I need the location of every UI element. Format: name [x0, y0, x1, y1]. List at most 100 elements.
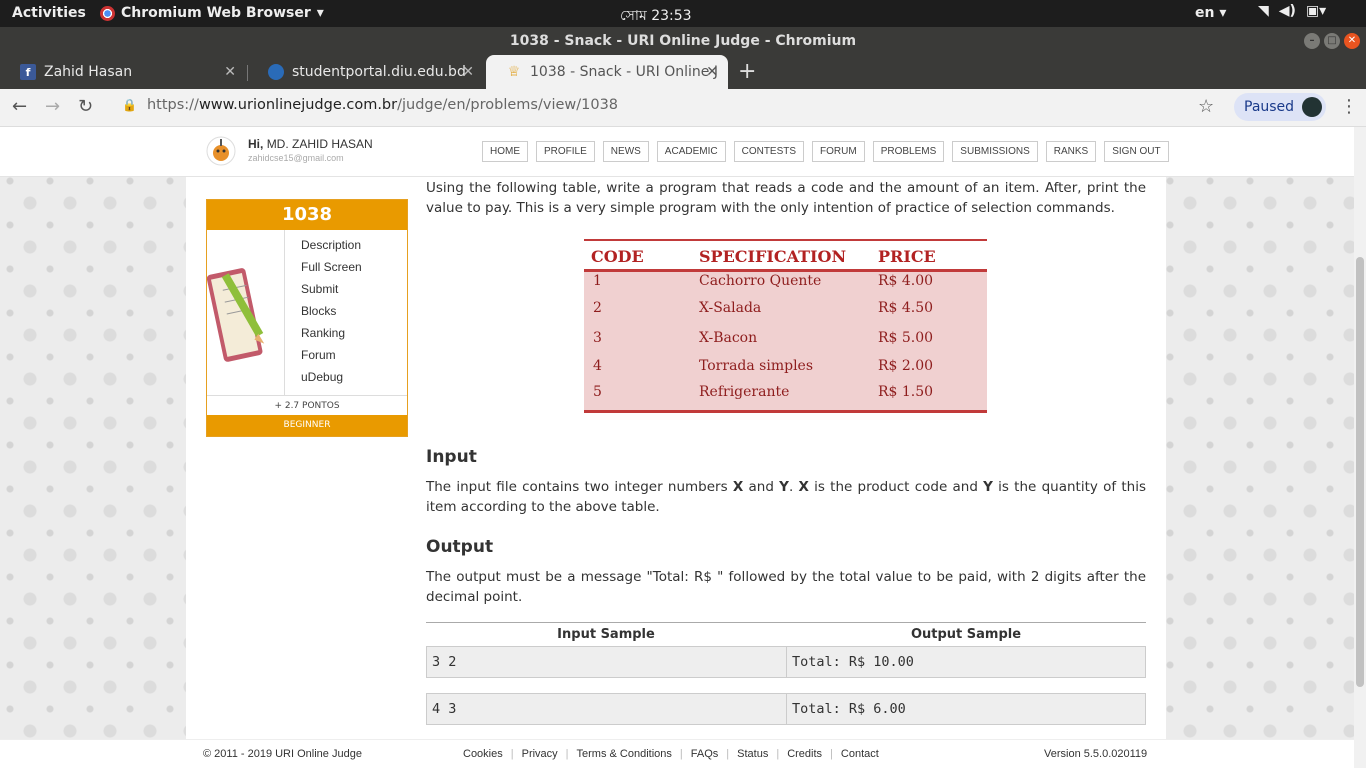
lock-icon[interactable]: 🔒: [122, 98, 137, 112]
problem-card: 1038 Description Full Screen Submit Bloc…: [206, 199, 408, 437]
menu-udebug[interactable]: uDebug: [301, 370, 362, 392]
nav-submissions[interactable]: SUBMISSIONS: [952, 141, 1038, 162]
problem-intro: Using the following table, write a progr…: [426, 180, 1146, 216]
problem-menu: Description Full Screen Submit Blocks Ra…: [301, 238, 362, 392]
output-description: The output must be a message "Total: R$ …: [426, 569, 1146, 605]
user-avatar[interactable]: [206, 135, 236, 167]
site-header: Hi, MD. ZAHID HASAN zahidcse15@gmail.com…: [0, 127, 1354, 177]
table-cell: R$ 2.00: [878, 358, 934, 374]
close-tab-icon[interactable]: ✕: [706, 64, 718, 80]
language-indicator[interactable]: en ▾: [1195, 5, 1226, 21]
tab-label: studentportal.diu.edu.bd: [292, 64, 466, 80]
wifi-icon: ◥: [1258, 3, 1269, 19]
chevron-down-icon: ▾: [316, 5, 324, 21]
user-name[interactable]: MD. ZAHID HASAN: [267, 137, 373, 151]
diu-icon: [268, 64, 284, 80]
app-name: Chromium Web Browser: [121, 5, 311, 21]
menu-forum[interactable]: Forum: [301, 348, 362, 370]
browser-toolbar: ← → ↻ 🔒 https://www.urionlinejudge.com.b…: [0, 89, 1366, 127]
footer-link-contact[interactable]: Contact: [841, 748, 879, 760]
tab-strip: f Zahid Hasan ✕ studentportal.diu.edu.bd…: [0, 55, 1366, 89]
input-sample-header: Input Sample: [557, 627, 655, 642]
minimize-button[interactable]: –: [1304, 33, 1320, 49]
nav-forum[interactable]: FORUM: [812, 141, 865, 162]
page-scrollbar[interactable]: [1354, 127, 1366, 768]
reload-button[interactable]: ↻: [78, 96, 93, 117]
scrollbar-thumb[interactable]: [1356, 257, 1364, 687]
sample-row: 4 3 Total: R$ 6.00: [426, 693, 1146, 725]
menu-description[interactable]: Description: [301, 238, 362, 260]
nav-profile[interactable]: PROFILE: [536, 141, 595, 162]
col-spec-header: SPECIFICATION: [699, 247, 847, 266]
input-heading: Input: [426, 447, 477, 467]
nav-home[interactable]: HOME: [482, 141, 528, 162]
footer-link-terms[interactable]: Terms & Conditions: [577, 748, 672, 760]
user-email: zahidcse15@gmail.com: [248, 153, 344, 163]
nav-contests[interactable]: CONTESTS: [733, 141, 805, 162]
main-nav: HOME PROFILE NEWS ACADEMIC CONTESTS FORU…: [482, 141, 1169, 162]
tab-studentportal[interactable]: studentportal.diu.edu.bd ✕: [248, 55, 484, 89]
footer-link-status[interactable]: Status: [737, 748, 768, 760]
table-cell: 2: [593, 300, 602, 316]
chromium-icon: [100, 5, 115, 21]
profile-avatar: [1302, 97, 1322, 117]
window-titlebar: 1038 - Snack - URI Online Judge - Chromi…: [0, 27, 1366, 55]
nav-academic[interactable]: ACADEMIC: [656, 141, 726, 162]
nav-news[interactable]: NEWS: [602, 141, 649, 162]
table-cell: R$ 5.00: [878, 330, 934, 346]
table-cell: X-Bacon: [699, 330, 758, 346]
nav-problems[interactable]: PROBLEMS: [872, 141, 945, 162]
clock[interactable]: সোম 23:53: [620, 4, 692, 28]
footer-link-cookies[interactable]: Cookies: [463, 748, 503, 760]
output-sample-header: Output Sample: [910, 627, 1022, 642]
facebook-icon: f: [20, 64, 36, 80]
table-cell: Cachorro Quente: [699, 273, 822, 289]
user-greeting: Hi, MD. ZAHID HASAN: [248, 137, 373, 151]
site-footer: © 2011 - 2019 URI Online Judge Cookies | …: [0, 739, 1354, 768]
url-scheme: https://: [146, 97, 199, 113]
close-window-button[interactable]: ✕: [1344, 33, 1360, 49]
copyright: © 2011 - 2019 URI Online Judge: [203, 748, 362, 760]
footer-link-faqs[interactable]: FAQs: [691, 748, 719, 760]
menu-ranking[interactable]: Ranking: [301, 326, 362, 348]
menu-submit[interactable]: Submit: [301, 282, 362, 304]
menu-blocks[interactable]: Blocks: [301, 304, 362, 326]
address-bar[interactable]: 🔒 https://www.urionlinejudge.com.br/judg…: [122, 97, 618, 113]
window-title: 1038 - Snack - URI Online Judge - Chromi…: [509, 33, 857, 49]
volume-icon: ◀): [1278, 3, 1296, 19]
power-icon: ▣▾: [1305, 3, 1327, 19]
table-cell: 5: [593, 384, 602, 400]
bookmark-star-icon[interactable]: ☆: [1198, 96, 1214, 117]
table-cell: R$ 4.50: [878, 300, 934, 316]
sample-output: Total: R$ 10.00: [786, 647, 1145, 677]
page-viewport: Hi, MD. ZAHID HASAN zahidcse15@gmail.com…: [0, 127, 1366, 768]
menu-full-screen[interactable]: Full Screen: [301, 260, 362, 282]
language-label: en: [1195, 5, 1215, 21]
table-cell: X-Salada: [699, 300, 762, 316]
url-path: /judge/en/problems/view/1038: [397, 97, 619, 113]
back-button[interactable]: ←: [12, 96, 27, 117]
maximize-button[interactable]: □: [1324, 33, 1340, 49]
close-tab-icon[interactable]: ✕: [224, 64, 236, 80]
footer-link-credits[interactable]: Credits: [787, 748, 822, 760]
sample-input: 3 2: [432, 654, 457, 670]
footer-links: Cookies | Privacy | Terms & Conditions | FA…: [463, 748, 879, 760]
forward-button[interactable]: →: [45, 96, 60, 117]
nav-sign-out[interactable]: SIGN OUT: [1104, 141, 1169, 162]
table-cell: 4: [593, 358, 602, 374]
new-tab-button[interactable]: +: [738, 59, 756, 84]
uri-trophy-icon: ♕: [507, 64, 521, 80]
footer-link-privacy[interactable]: Privacy: [522, 748, 558, 760]
app-menu[interactable]: Chromium Web Browser ▾: [100, 5, 324, 21]
sample-input: 4 3: [432, 701, 457, 717]
tab-uri-1038[interactable]: ♕ 1038 - Snack - URI Online J ✕: [486, 55, 728, 89]
profile-button[interactable]: Paused: [1234, 93, 1326, 121]
activities-button[interactable]: Activities: [12, 5, 86, 21]
system-tray[interactable]: ◥ ◀) ▣▾: [1258, 3, 1326, 19]
tab-facebook[interactable]: f Zahid Hasan ✕: [0, 55, 246, 89]
price-table: CODE SPECIFICATION PRICE 1 Cachorro Quen…: [584, 239, 987, 413]
os-top-bar: Activities Chromium Web Browser ▾ সোম 23…: [0, 0, 1366, 27]
nav-ranks[interactable]: RANKS: [1045, 141, 1097, 162]
browser-menu-icon[interactable]: ⋮: [1340, 96, 1358, 117]
close-tab-icon[interactable]: ✕: [462, 64, 474, 80]
